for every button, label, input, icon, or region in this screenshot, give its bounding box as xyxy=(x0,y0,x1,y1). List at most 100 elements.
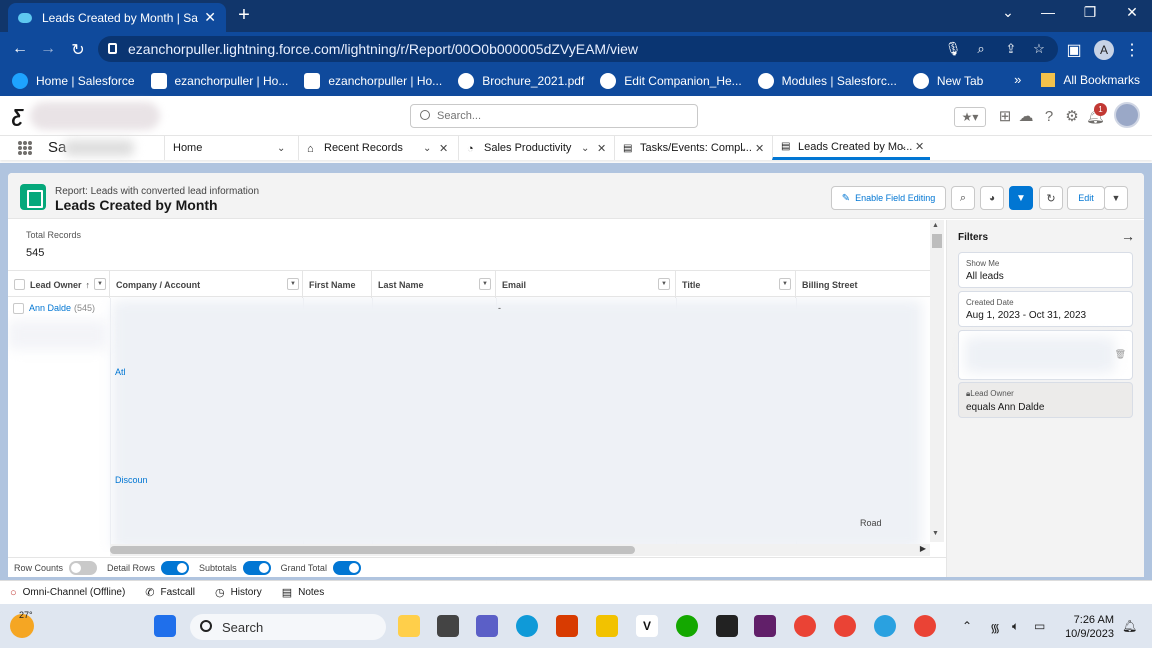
taskbar-app-icon[interactable] xyxy=(437,615,459,637)
bookmark-item[interactable]: Modules | Salesforc... xyxy=(757,73,897,89)
bookmarks-overflow-button[interactable]: » xyxy=(1014,72,1021,87)
vertical-scrollbar[interactable]: ▲ ▼ xyxy=(930,220,944,542)
sidepanel-icon[interactable]: ▣ xyxy=(1064,40,1084,60)
volume-icon[interactable]: 🔈︎ xyxy=(1012,619,1019,634)
close-icon[interactable]: ✕ xyxy=(597,142,606,155)
tab-recent-records[interactable]: ⌂ Recent Records ⌄ ✕ xyxy=(298,136,456,160)
utility-omni-channel[interactable]: ○ Omni-Channel (Offline) xyxy=(10,587,125,599)
trash-icon[interactable]: 🗑︎ xyxy=(1115,349,1126,360)
minimize-button[interactable]: — xyxy=(1036,4,1060,20)
all-bookmarks-button[interactable]: All Bookmarks xyxy=(1063,73,1140,87)
column-header-company[interactable]: Company / Account ▼ xyxy=(110,271,303,298)
select-all-checkbox[interactable] xyxy=(14,279,25,290)
edit-button[interactable]: Edit xyxy=(1067,186,1105,210)
taskbar-search[interactable]: Search xyxy=(190,614,386,640)
scroll-up-icon[interactable]: ▲ xyxy=(932,222,939,229)
chrome-icon[interactable] xyxy=(834,615,856,637)
column-menu-icon[interactable]: ▼ xyxy=(479,278,491,290)
filter-lead-owner[interactable]: 🔒︎Lead Owner equals Ann Dalde xyxy=(958,382,1133,418)
restore-button[interactable]: ❐ xyxy=(1078,4,1102,21)
help-icon[interactable]: ? xyxy=(1040,108,1058,126)
close-icon[interactable]: ✕ xyxy=(755,142,764,155)
search-report-button[interactable]: ⌕ xyxy=(951,186,975,210)
column-header-lead-owner[interactable]: Lead Owner ↑ ▼ xyxy=(8,271,110,298)
gear-icon[interactable]: ⚙ xyxy=(1063,108,1081,126)
column-header-first-name[interactable]: First Name xyxy=(303,271,372,298)
taskbar-app-icon[interactable] xyxy=(398,615,420,637)
new-tab-button[interactable]: + xyxy=(234,4,254,27)
windows-start-icon[interactable] xyxy=(154,615,176,637)
column-menu-icon[interactable]: ▼ xyxy=(658,278,670,290)
chrome-icon[interactable] xyxy=(914,615,936,637)
collapse-arrow-icon[interactable]: → xyxy=(1121,228,1135,244)
scroll-right-icon[interactable]: ▶ xyxy=(920,544,926,553)
tab-tasks-events[interactable]: ▤ Tasks/Events: Compl... ⌄ ✕ xyxy=(614,136,770,160)
vimeo-icon[interactable]: V xyxy=(636,615,658,637)
browser-tab-active[interactable]: Leads Created by Month | Salesf ✕ xyxy=(8,3,226,32)
utility-fastcall[interactable]: ✆ Fastcall xyxy=(145,586,195,599)
slack-icon[interactable] xyxy=(754,615,776,637)
edge-icon[interactable] xyxy=(516,615,538,637)
address-bar[interactable]: ezanchorpuller.lightning.force.com/light… xyxy=(98,36,1058,62)
scroll-down-icon[interactable]: ▼ xyxy=(932,530,939,537)
utility-history[interactable]: ◷ History xyxy=(215,586,262,599)
filter-created-date[interactable]: Created Date Aug 1, 2023 - Oct 31, 2023 xyxy=(958,291,1133,327)
bookmark-item[interactable]: New Tab xyxy=(912,73,983,89)
horizontal-scrollbar[interactable]: ▶ xyxy=(110,544,930,556)
toggle-switch[interactable] xyxy=(161,560,190,575)
global-actions-plus-icon[interactable]: ⊞ xyxy=(996,108,1014,126)
trailhead-icon[interactable]: ☁ xyxy=(1017,108,1035,126)
upwork-icon[interactable] xyxy=(676,615,698,637)
zoom-icon[interactable]: ⌕ xyxy=(972,41,990,57)
tab-home[interactable]: Home ⌄ xyxy=(164,136,294,160)
company-link[interactable]: Discoun xyxy=(115,475,148,485)
bookmark-item[interactable]: ezanchorpuller | Ho... xyxy=(304,73,442,89)
toggle-grand-total[interactable]: Grand Total xyxy=(281,560,361,575)
column-header-last-name[interactable]: Last Name ▼ xyxy=(372,271,496,298)
toggle-switch[interactable] xyxy=(332,560,361,575)
tab-search-chevron-icon[interactable]: ⌄ xyxy=(996,4,1020,21)
chevron-down-icon[interactable]: ⌄ xyxy=(899,141,907,152)
chevron-down-icon[interactable]: ⌄ xyxy=(277,143,285,154)
filter-button[interactable]: ▼ xyxy=(1009,186,1033,210)
column-menu-icon[interactable]: ▼ xyxy=(94,278,106,290)
tab-sales-productivity[interactable]: ◔ Sales Productivity ⌄ ✕ xyxy=(458,136,612,160)
filter-redacted[interactable]: 🗑︎ xyxy=(958,330,1133,380)
clock[interactable]: 7:26 AM 10/9/2023 xyxy=(1062,613,1114,641)
battery-icon[interactable]: ▭ xyxy=(1034,619,1045,633)
bookmark-star-icon[interactable]: ☆ xyxy=(1030,41,1048,57)
telegram-icon[interactable] xyxy=(874,615,896,637)
toggle-switch[interactable] xyxy=(242,560,271,575)
share-icon[interactable]: ⇪ xyxy=(1002,41,1020,57)
chevron-down-icon[interactable]: ⌄ xyxy=(739,143,747,154)
microphone-icon[interactable]: 🎙 xyxy=(944,41,962,57)
bookmark-item[interactable]: ezanchorpuller | Ho... xyxy=(150,73,288,89)
teams-icon[interactable] xyxy=(476,615,498,637)
close-icon[interactable]: ✕ xyxy=(204,9,216,26)
profile-avatar[interactable]: A xyxy=(1094,40,1114,60)
bookmark-item[interactable]: Brochure_2021.pdf xyxy=(458,73,584,89)
menu-kebab-icon[interactable]: ⋮ xyxy=(1122,40,1142,60)
column-header-email[interactable]: Email ▼ xyxy=(496,271,676,298)
column-header-title[interactable]: Title ▼ xyxy=(676,271,796,298)
column-header-billing-street[interactable]: Billing Street xyxy=(796,271,930,298)
bookmark-item[interactable]: Edit Companion_He... xyxy=(600,73,742,89)
scroll-thumb[interactable] xyxy=(110,546,635,554)
global-search-input[interactable]: Search... xyxy=(410,104,698,128)
refresh-button[interactable]: ↻ xyxy=(1039,186,1063,210)
column-menu-icon[interactable]: ▼ xyxy=(779,278,791,290)
store-icon[interactable] xyxy=(556,615,578,637)
toggle-detail-rows[interactable]: Detail Rows xyxy=(107,560,190,575)
close-icon[interactable]: ✕ xyxy=(915,140,924,153)
notification-bell-icon[interactable]: 🔔︎ xyxy=(1122,619,1137,633)
more-actions-button[interactable]: ▼ xyxy=(1104,186,1128,210)
chrome-icon[interactable] xyxy=(794,615,816,637)
wifi-icon[interactable]: ᯾ xyxy=(990,619,1000,636)
reload-button[interactable]: ↻ xyxy=(68,40,88,60)
column-menu-icon[interactable]: ▼ xyxy=(287,278,299,290)
app-launcher-icon[interactable] xyxy=(18,141,32,155)
tab-leads-created-by-month[interactable]: ▤ Leads Created by Mo... ⌄ ✕ xyxy=(772,136,930,160)
taskbar-app-icon[interactable] xyxy=(716,615,738,637)
utility-notes[interactable]: ▤ Notes xyxy=(282,586,325,599)
close-window-button[interactable]: ✕ xyxy=(1120,4,1144,21)
